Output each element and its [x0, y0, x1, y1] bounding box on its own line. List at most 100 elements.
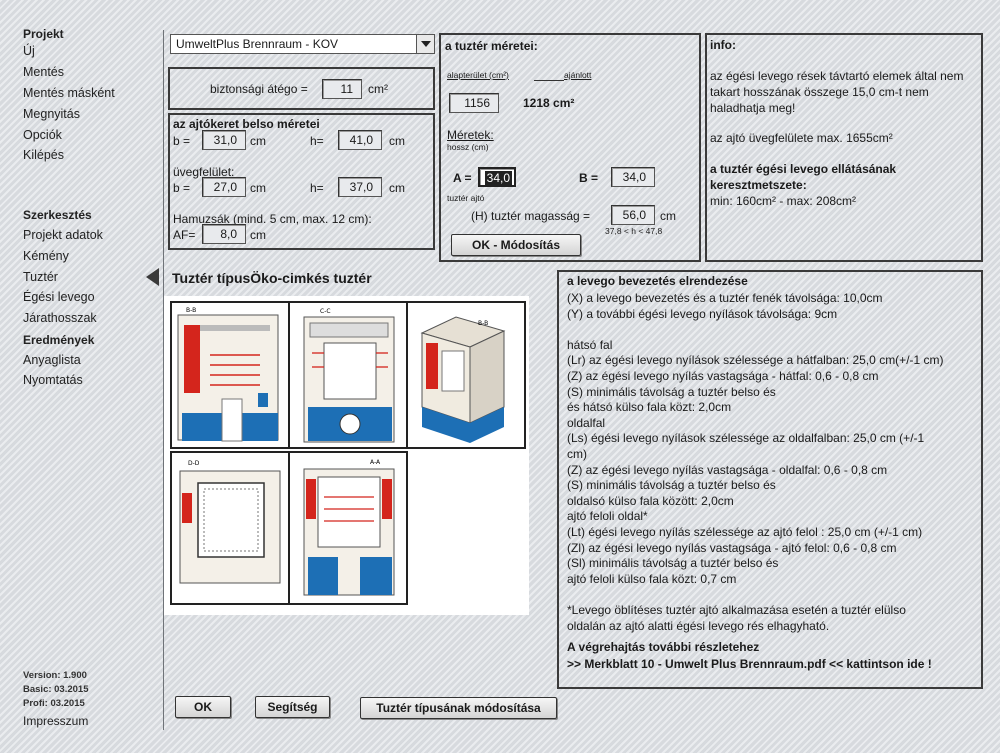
area-label: alapterület (cm²)	[447, 70, 509, 80]
sidebar-item-exit[interactable]: Kilépés	[23, 148, 64, 162]
door-b-unit: cm	[250, 134, 266, 148]
profi-version-text: Profi: 03.2015	[23, 698, 85, 709]
info-p3: min: 160cm² - max: 208cm²	[710, 194, 857, 208]
info-p3-title1: a tuztér égési levego ellátásának	[710, 162, 897, 176]
af-unit: cm	[250, 228, 266, 242]
door-frame-title: az ajtókeret belso méretei	[173, 117, 320, 131]
af-label: AF=	[173, 228, 196, 242]
info-p3-title2: keresztmetszete:	[710, 178, 807, 192]
glass-h-label: h=	[310, 181, 324, 195]
glass-h-field[interactable]: 37,0	[338, 177, 382, 197]
height-label: (H) tuztér magasság =	[471, 209, 591, 223]
a-label: A =	[453, 171, 472, 185]
drawing-3d-view: B-B	[406, 301, 526, 449]
info-p1-line1: az égési levego rések távtartó elemek ál…	[710, 69, 964, 83]
drawing-label-cc: C-C	[320, 308, 331, 315]
merkblatt-link[interactable]: >> Merkblatt 10 - Umwelt Plus Brennraum.…	[567, 657, 932, 671]
sidebar-item-save-as[interactable]: Mentés másként	[23, 86, 115, 100]
drawing-label-3d: B-B	[478, 320, 488, 327]
description-line: oldalán az ajtó alatti égési levego rés …	[567, 618, 830, 633]
a-field-value: 34,0	[484, 171, 512, 185]
drawing-label-bb: B-B	[186, 307, 196, 314]
description-line: (Ls) égési levego nyílások szélessége az…	[567, 431, 925, 446]
door-h-label: h=	[310, 134, 324, 148]
sidebar-item-save[interactable]: Mentés	[23, 65, 64, 79]
door-b-label: b =	[173, 134, 191, 148]
description-line: *Levego öblítéses tuztér ajtó alkalmazás…	[567, 603, 906, 617]
safety-field[interactable]: 11	[322, 79, 362, 99]
change-firebox-type-button[interactable]: Tuztér típusának módosítása	[360, 697, 557, 719]
safety-panel: biztonsági átégo = 11 cm²	[168, 67, 435, 110]
impresszum-link[interactable]: Impresszum	[23, 714, 88, 728]
b-dim-label: B =	[579, 171, 599, 185]
info-title: info:	[710, 38, 736, 52]
recommended-label: ajánlott	[564, 70, 592, 80]
project-select[interactable]: UmweltPlus Brennraum - KOV	[170, 34, 435, 54]
chevron-down-icon[interactable]	[416, 35, 434, 53]
help-button[interactable]: Segítség	[255, 696, 330, 718]
firebox-title: a tuztér méretei:	[445, 39, 538, 53]
drawing-section-bb: B-B	[170, 301, 290, 449]
description-line: és hátsó külso fala közt: 2,0cm	[567, 400, 732, 415]
description-line: (Y) a további égési levego nyílások távo…	[567, 306, 838, 321]
glass-b-label: b =	[173, 181, 191, 195]
firebox-panel: a tuztér méretei: alapterület (cm²) aján…	[439, 33, 701, 262]
drawing-label-dd: D-D	[188, 460, 200, 467]
glass-b-unit: cm	[250, 181, 266, 195]
dims-title: Méretek:	[447, 128, 494, 142]
af-field[interactable]: 8,0	[202, 224, 246, 244]
description-line: (S) minimális távolság a tuztér belso és	[567, 478, 776, 493]
area-divider	[534, 80, 564, 81]
area-field: 1156	[449, 93, 499, 113]
door-frame-panel: az ajtókeret belso méretei b = 31,0 cm h…	[168, 113, 435, 250]
recommended-value: 1218 cm²	[523, 96, 575, 110]
sidebar-item-material-list[interactable]: Anyaglista	[23, 353, 81, 367]
b-dim-field[interactable]: 34,0	[611, 167, 655, 187]
height-range-hint: 37,8 < h < 47,8	[605, 226, 663, 236]
description-line: ajtó feloli oldal*	[567, 509, 648, 524]
door-h-field[interactable]: 41,0	[338, 130, 382, 150]
ok-button[interactable]: OK	[175, 696, 231, 718]
active-section-arrow-icon	[146, 268, 159, 286]
sidebar-item-combustion-air[interactable]: Égési levego	[23, 290, 95, 304]
sidebar-item-project-data[interactable]: Projekt adatok	[23, 228, 103, 242]
door-label: tuztér ajtó	[447, 193, 485, 203]
sidebar-item-open[interactable]: Megnyitás	[23, 107, 80, 121]
description-line: oldalfal	[567, 415, 606, 430]
safety-unit: cm²	[368, 82, 388, 96]
description-line: (Sl) minimális távolság a tuztér belso é…	[567, 556, 779, 571]
description-line: (X) a levego bevezetés és a tuztér fenék…	[567, 291, 883, 305]
drawing-label-aa: A-A	[370, 459, 381, 466]
drawing-section-dd: D-D	[170, 451, 290, 605]
sidebar-item-options[interactable]: Opciók	[23, 128, 62, 142]
description-line: (Zl) az égési levego nyílás vastagsága -…	[567, 540, 897, 555]
drawing-section-cc: C-C	[288, 301, 408, 449]
a-field[interactable]: 34,0	[478, 167, 516, 187]
description-line: (S) minimális távolság a tuztér belso és	[567, 384, 776, 399]
description-line: cm)	[567, 447, 587, 461]
info-p1-line2: takart hosszának összege 15,0 cm-t nem	[710, 85, 929, 99]
glass-b-field[interactable]: 27,0	[202, 177, 246, 197]
sidebar-heading-edit: Szerkesztés	[23, 208, 92, 222]
description-line: (Lr) az égési levego nyílások szélessége…	[567, 353, 944, 368]
sidebar-item-chimney[interactable]: Kémény	[23, 249, 69, 263]
description-title: a levego bevezetés elrendezése	[567, 274, 748, 288]
height-unit: cm	[660, 209, 676, 223]
info-p2: az ajtó üvegfelülete max. 1655cm²	[710, 131, 893, 145]
description-line: (Z) az égési levego nyílás vastagsága - …	[567, 462, 888, 477]
firebox-type-title: Tuztér típusÖko-cimkés tuztér	[172, 270, 372, 286]
sidebar-item-new[interactable]: Új	[23, 44, 35, 58]
sidebar-item-flue-length[interactable]: Járathosszak	[23, 311, 97, 325]
sidebar-heading-projekt: Projekt	[23, 27, 64, 41]
modify-button[interactable]: OK - Módosítás	[451, 234, 581, 256]
sidebar-heading-results: Eredmények	[23, 333, 95, 347]
description-line: oldalsó külso fala között: 2,0cm	[567, 493, 734, 508]
height-field[interactable]: 56,0	[611, 205, 655, 225]
info-panel: info: az égési levego rések távtartó ele…	[705, 33, 983, 262]
door-b-field[interactable]: 31,0	[202, 130, 246, 150]
sidebar-item-firebox[interactable]: Tuztér	[23, 270, 58, 284]
glass-h-unit: cm	[389, 181, 405, 195]
sidebar-item-print[interactable]: Nyomtatás	[23, 373, 83, 387]
description-footer-title: A végrehajtás további részletehez	[567, 640, 760, 654]
basic-version-text: Basic: 03.2015	[23, 684, 89, 695]
